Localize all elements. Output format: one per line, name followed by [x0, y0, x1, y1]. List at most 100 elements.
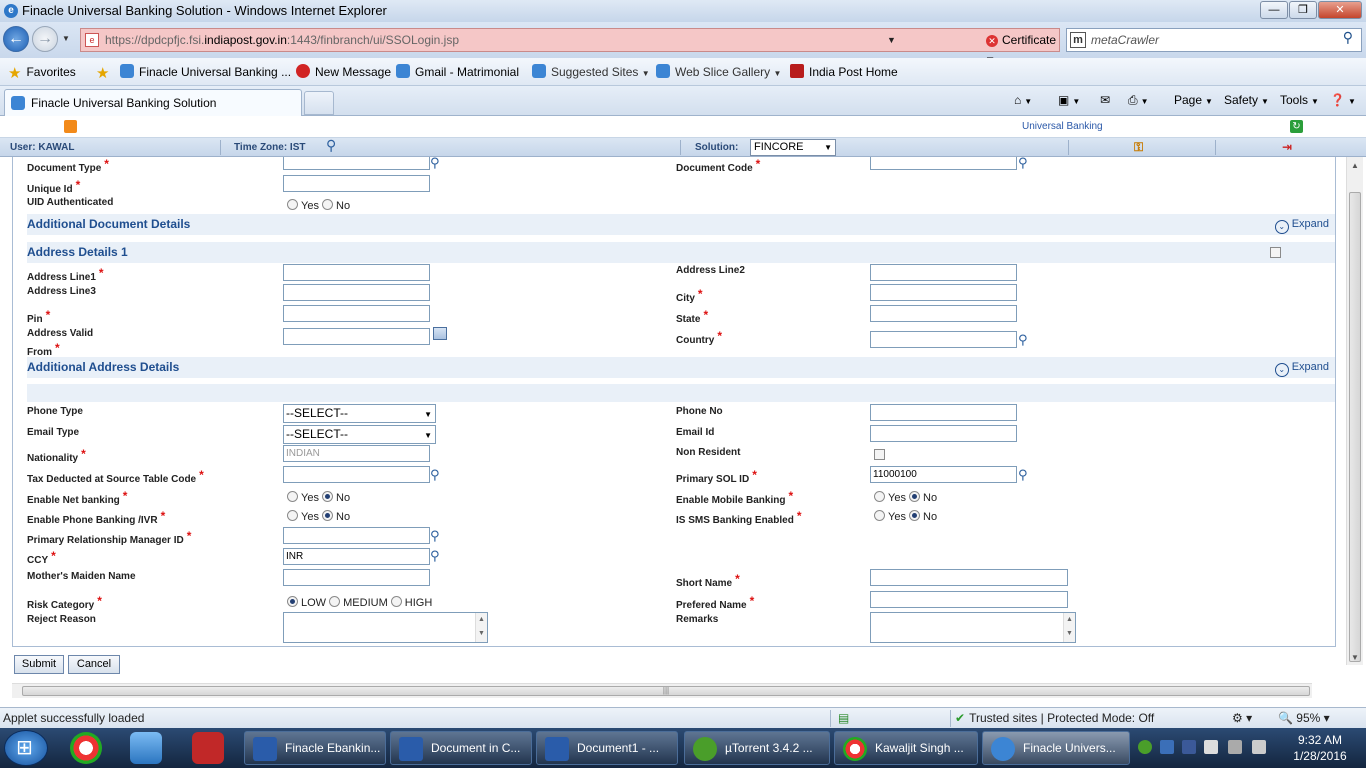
pdf-icon[interactable] [192, 732, 224, 764]
scroll-thumb[interactable] [1349, 192, 1361, 662]
address-line3-input[interactable] [283, 284, 430, 301]
back-button[interactable]: ← [3, 26, 29, 52]
start-button[interactable] [4, 730, 48, 766]
scroll-thumb[interactable]: ||| [22, 686, 1310, 696]
task-utorrent[interactable]: µTorrent 3.4.2 ... [684, 731, 830, 765]
solution-select[interactable]: FINCORE ▼ [750, 139, 836, 156]
radio-no[interactable] [322, 491, 334, 502]
net-banking-radio[interactable]: Yes No [287, 491, 350, 504]
country-input[interactable] [870, 331, 1017, 348]
refresh-icon[interactable]: ↻ [1290, 120, 1303, 133]
url-dropdown-icon[interactable]: ▼ [887, 29, 896, 51]
tools-menu[interactable]: Tools ▼ [1280, 86, 1319, 116]
action-center-icon[interactable] [1204, 740, 1218, 754]
radio-yes[interactable] [287, 491, 298, 502]
radio-yes[interactable] [287, 199, 298, 210]
primary-sol-id-input[interactable]: 11000100 [870, 466, 1017, 483]
task-kawaljit-chrome[interactable]: Kawaljit Singh ... [834, 731, 978, 765]
radio-low[interactable] [287, 596, 298, 607]
reject-reason-textarea[interactable]: ▲ ▼ [283, 612, 488, 643]
textarea-scrollbar[interactable]: ▲ ▼ [475, 613, 487, 642]
phone-banking-radio[interactable]: Yes No [287, 510, 350, 523]
nationality-input[interactable]: INDIAN [283, 445, 430, 462]
timezone-search-icon[interactable]: ⚲ [326, 136, 336, 155]
remarks-textarea[interactable]: ▲ ▼ [870, 612, 1076, 643]
radio-yes[interactable] [874, 510, 885, 521]
email-type-select[interactable]: --SELECT-- ▼ [283, 425, 436, 444]
mobile-banking-radio[interactable]: Yes No [874, 491, 937, 504]
logout-icon[interactable]: ⇥ [1282, 138, 1292, 157]
fav-finacle[interactable]: Finacle Universal Banking ... [120, 58, 291, 86]
radio-no[interactable] [909, 510, 921, 521]
cancel-button[interactable]: Cancel [68, 655, 120, 674]
system-clock[interactable]: 9:32 AM 1/28/2016 [1285, 732, 1355, 764]
prefered-name-input[interactable] [870, 591, 1068, 608]
minimize-button[interactable]: — [1260, 1, 1288, 19]
scroll-up-arrow[interactable]: ▲ [1351, 161, 1359, 170]
textarea-scrollbar[interactable]: ▲ ▼ [1063, 613, 1075, 642]
close-window-button[interactable]: ✕ [1318, 1, 1362, 19]
volume-icon[interactable] [1252, 740, 1266, 754]
calendar-icon[interactable] [433, 327, 447, 340]
page-menu[interactable]: Page ▼ [1174, 86, 1213, 116]
pin-input[interactable] [283, 305, 430, 322]
ccy-input[interactable]: INR [283, 548, 430, 565]
fav-new-message[interactable]: New Message [296, 58, 391, 86]
fav-gmail[interactable]: Gmail - Matrimonial [396, 58, 519, 86]
radio-yes[interactable] [874, 491, 885, 502]
print-icon[interactable]: ⎙ ▼ [1128, 86, 1149, 116]
search-icon[interactable]: ⚲ [1343, 30, 1353, 44]
favorites-button[interactable]: ★ Favorites [8, 58, 76, 86]
document-code-search-icon[interactable]: ⚲ [1018, 157, 1028, 169]
network-icon[interactable] [1228, 740, 1242, 754]
sol-id-search-icon[interactable]: ⚲ [1018, 468, 1028, 481]
media-player-icon[interactable] [130, 732, 162, 764]
feeds-icon[interactable]: ▣ ▼ [1058, 86, 1080, 116]
mothers-maiden-name-input[interactable] [283, 569, 430, 586]
key-icon[interactable]: ⚿ [1134, 138, 1143, 157]
safety-menu[interactable]: Safety ▼ [1224, 86, 1269, 116]
url-field[interactable]: e https://dpdcpfjc.fsi.indiapost.gov.in:… [80, 28, 1060, 69]
country-search-icon[interactable]: ⚲ [1018, 333, 1028, 346]
add-favorite-icon[interactable]: ★ [96, 58, 114, 86]
radio-high[interactable] [390, 596, 402, 607]
email-id-input[interactable] [870, 425, 1017, 442]
network-tray-icon[interactable] [1160, 740, 1174, 754]
primary-rm-id-input[interactable] [283, 527, 430, 544]
chrome-icon[interactable] [70, 732, 102, 764]
fav-india-post[interactable]: India Post Home [790, 58, 898, 86]
radio-no[interactable] [909, 491, 921, 502]
non-resident-checkbox[interactable] [874, 449, 885, 460]
submit-button[interactable]: Submit [14, 655, 64, 674]
document-type-search-icon[interactable]: ⚲ [430, 157, 440, 169]
address-line2-input[interactable] [870, 264, 1017, 281]
history-dropdown-icon[interactable]: ▼ [62, 34, 70, 43]
document-type-input[interactable] [283, 157, 430, 170]
radio-no[interactable] [322, 510, 334, 521]
risk-category-radio[interactable]: LOW MEDIUM HIGH [287, 596, 432, 609]
expand-document-details-button[interactable]: ⌄ Expand [1274, 214, 1329, 235]
task-document-in-c[interactable]: Document in C... [390, 731, 532, 765]
radio-no[interactable] [322, 199, 334, 210]
facebook-tray-icon[interactable] [1182, 740, 1196, 754]
tds-table-code-input[interactable] [283, 466, 430, 483]
protected-mode-status[interactable]: ✔ Trusted sites | Protected Mode: Off [955, 708, 1154, 728]
short-name-input[interactable] [870, 569, 1068, 586]
tds-search-icon[interactable]: ⚲ [430, 468, 440, 481]
phone-no-input[interactable] [870, 404, 1017, 421]
radio-medium[interactable] [329, 596, 341, 607]
horizontal-scrollbar[interactable]: ||| [12, 683, 1312, 698]
universal-banking-link[interactable]: Universal Banking [1022, 121, 1103, 132]
address-details-checkbox[interactable] [1270, 247, 1281, 258]
task-finacle-ebanking[interactable]: Finacle Ebankin... [244, 731, 386, 765]
scroll-down-arrow[interactable]: ▼ [1351, 653, 1359, 662]
phone-type-select[interactable]: --SELECT-- ▼ [283, 404, 436, 423]
search-input[interactable]: m metaCrawler ⚲ [1066, 28, 1362, 52]
rm-search-icon[interactable]: ⚲ [430, 529, 440, 542]
task-finacle-ie[interactable]: Finacle Univers... [982, 731, 1130, 765]
ccy-search-icon[interactable]: ⚲ [430, 549, 440, 562]
sms-banking-radio[interactable]: Yes No [874, 510, 937, 523]
utorrent-tray-icon[interactable] [1138, 740, 1152, 754]
help-icon[interactable]: ❓ ▼ [1330, 86, 1356, 116]
city-input[interactable] [870, 284, 1017, 301]
